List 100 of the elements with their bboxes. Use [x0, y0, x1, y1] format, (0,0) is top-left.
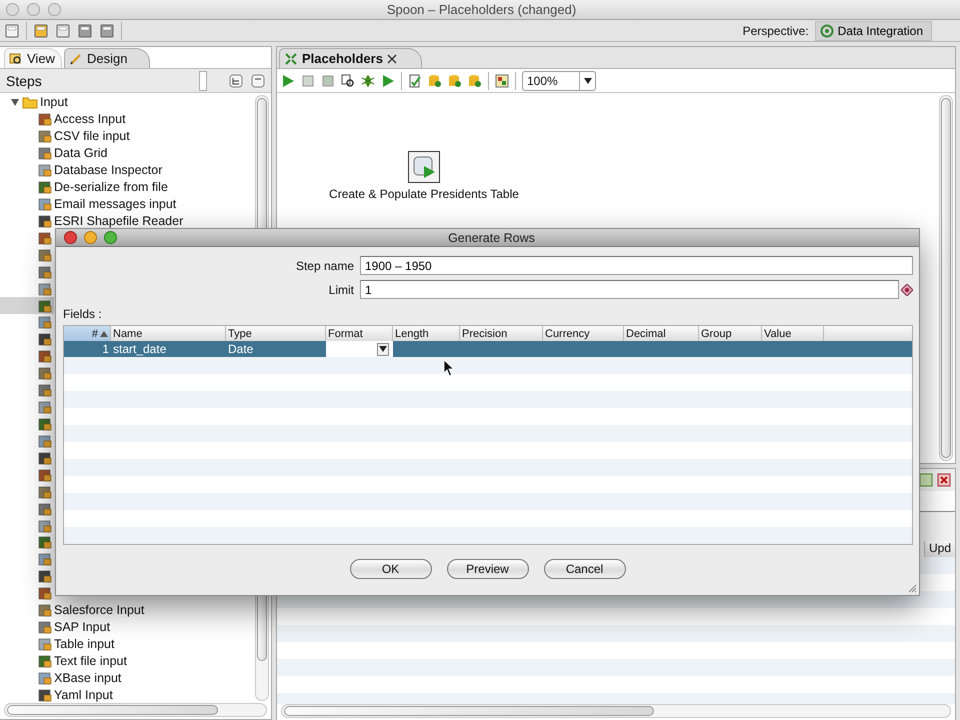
pause-icon[interactable] [301, 74, 315, 88]
tree-item[interactable]: Database Inspector [0, 162, 162, 179]
step-icon [38, 450, 52, 465]
sort-up-icon [100, 330, 108, 338]
step-icon [38, 146, 52, 160]
panel-tab[interactable]: Design [64, 48, 150, 68]
tree-item[interactable]: ESRI Shapefile Reader [0, 212, 184, 230]
column-header[interactable]: Name [111, 326, 226, 341]
magnifier-icon[interactable] [341, 74, 355, 88]
field-label: Limit [328, 282, 354, 296]
step-icon [38, 620, 52, 634]
transformation-icon [284, 52, 298, 66]
stop-icon[interactable] [321, 74, 335, 88]
expand-tree-icon[interactable] [229, 74, 243, 88]
play-icon[interactable] [281, 74, 295, 88]
step-icon [38, 400, 52, 414]
folder-icon [22, 95, 38, 110]
table-cell-text: 1 [101, 341, 110, 357]
database-icon[interactable] [428, 74, 442, 88]
tree-item[interactable]: Table input [0, 636, 114, 652]
format-dropdown[interactable] [326, 341, 393, 357]
tree-item[interactable]: SAP Input [0, 618, 110, 636]
horizontal-scrollbar[interactable] [4, 703, 267, 717]
tree-item[interactable]: XBase input [0, 669, 122, 686]
column-header[interactable]: Value [762, 326, 824, 341]
resize-grip-icon[interactable] [907, 583, 917, 593]
close-icon[interactable] [937, 473, 951, 487]
column-header[interactable]: Type [226, 326, 326, 341]
tree-item[interactable]: De-serialize from file [0, 178, 168, 196]
tree-item[interactable]: Email messages input [0, 196, 176, 212]
step-icon [38, 383, 52, 398]
mouse-pointer-icon [443, 359, 455, 377]
step-icon [38, 688, 52, 702]
tree-item[interactable] [0, 297, 54, 314]
dialog-zoom-button[interactable] [104, 231, 117, 244]
column-header[interactable]: Currency [543, 326, 624, 341]
step-icon [38, 434, 52, 448]
step-icon [38, 264, 52, 279]
step-icon [38, 416, 52, 431]
database-icon[interactable] [448, 74, 462, 88]
step-icon [38, 180, 52, 194]
column-header[interactable]: Precision [460, 326, 543, 341]
column-header[interactable]: Upd [924, 541, 955, 557]
step-icon [38, 214, 52, 228]
tree-item[interactable]: Salesforce Input [0, 602, 144, 619]
tree-folder[interactable]: Input [0, 94, 68, 111]
step-icon [38, 196, 52, 211]
database-search-icon[interactable] [468, 74, 482, 88]
vertical-scrollbar[interactable] [939, 95, 953, 461]
limit-field[interactable]: 1 [360, 280, 899, 299]
perspective-label: Perspective: [742, 24, 809, 38]
tree-item[interactable]: Text file input [0, 652, 127, 670]
step-icon [38, 586, 52, 600]
close-icon[interactable] [386, 54, 397, 64]
zoom-dropdown[interactable]: 100% [522, 70, 596, 90]
column-header[interactable]: Group [699, 326, 762, 341]
results-icon[interactable] [495, 74, 509, 88]
filter-field[interactable] [199, 70, 207, 90]
step-icon [38, 484, 52, 499]
step-icon [38, 518, 52, 532]
horizontal-scrollbar[interactable] [281, 704, 951, 718]
maximize-icon[interactable] [919, 473, 933, 487]
replay-icon[interactable] [381, 74, 395, 88]
tree-item[interactable]: Data Grid [0, 144, 108, 162]
step-icon [38, 502, 52, 516]
step-icon [38, 248, 52, 262]
step-icon [38, 366, 52, 380]
step-name-field[interactable]: 1900 – 1950 [360, 256, 913, 275]
pencil-icon [68, 52, 83, 66]
tree-item[interactable]: Access Input [0, 110, 126, 128]
field-label: Step name [294, 258, 354, 272]
table-row[interactable]: 1 start_date Date [64, 341, 912, 357]
dialog-title: Generate Rows [447, 230, 536, 244]
tree-item[interactable]: Yaml Input [0, 686, 113, 703]
dialog-close-button[interactable] [64, 231, 77, 244]
editor-tab[interactable]: Placeholders [279, 48, 422, 68]
step-icon [38, 670, 52, 685]
bug-icon[interactable] [361, 74, 375, 88]
table-cell-text: Date [227, 341, 254, 357]
table-cell-text: start_date [112, 341, 168, 357]
panel-tab[interactable]: View [4, 48, 62, 68]
column-header[interactable]: Format [326, 326, 393, 341]
dialog-button[interactable]: OK [350, 559, 432, 579]
variable-diamond-icon[interactable] [901, 284, 913, 296]
caret-icon [584, 78, 592, 84]
column-header[interactable]: Length [393, 326, 460, 341]
dialog-button[interactable]: Cancel [544, 559, 626, 579]
check-icon[interactable] [408, 74, 422, 88]
step-icon [38, 552, 52, 566]
step-icon [38, 112, 52, 126]
collapse-tree-icon[interactable] [251, 74, 265, 88]
dialog-button[interactable]: Preview [446, 559, 528, 579]
perspective-button[interactable]: Data Integration [814, 20, 932, 40]
column-header[interactable]: Decimal [624, 326, 699, 341]
step-icon [38, 654, 52, 668]
column-header[interactable]: # [64, 326, 111, 341]
tree-item[interactable]: CSV file input [0, 128, 130, 145]
fields-label: Fields : [62, 306, 103, 323]
step-icon [38, 163, 52, 178]
step-icon [38, 230, 52, 245]
